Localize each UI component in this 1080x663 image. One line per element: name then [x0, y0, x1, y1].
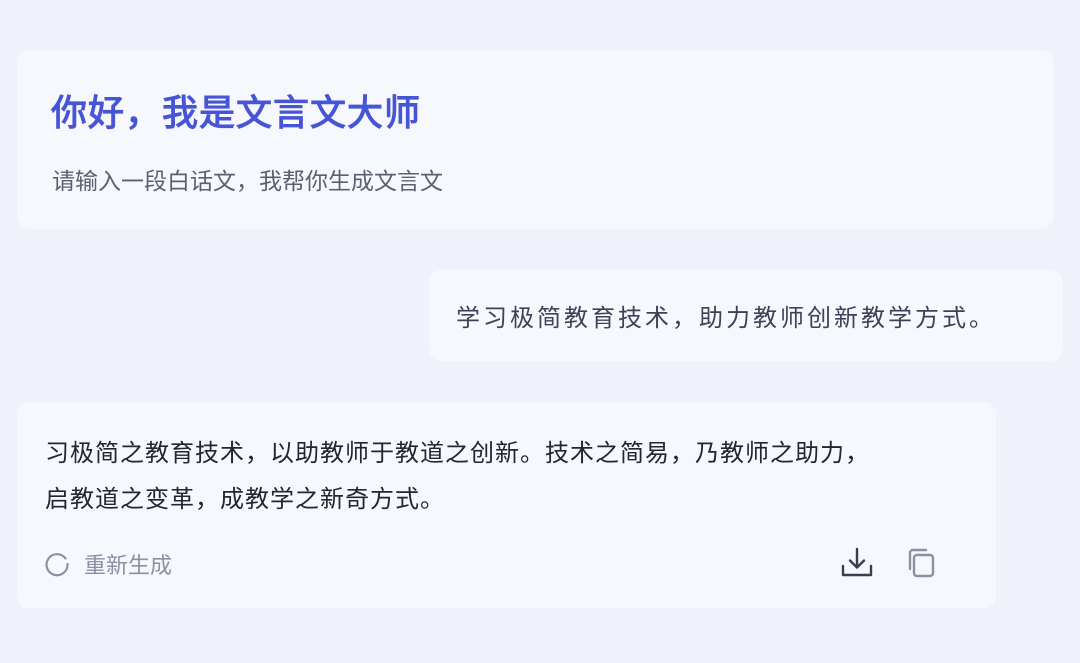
download-button[interactable] — [838, 544, 876, 582]
regenerate-button[interactable]: 重新生成 — [43, 547, 172, 581]
refresh-icon — [45, 553, 69, 577]
reply-text: 习极简之教育技术，以助教师于教道之创新。技术之简易，乃教师之助力， 启教道之变革… — [45, 430, 975, 522]
user-message-text: 学习极简教育技术，助力教师创新教学方式。 — [456, 304, 996, 332]
regenerate-label: 重新生成 — [84, 554, 173, 579]
user-message-bubble: 学习极简教育技术，助力教师创新教学方式。 — [429, 270, 1063, 361]
copy-button[interactable] — [901, 544, 939, 582]
welcome-card: 你好，我是文言文大师 请输入一段白话文，我帮你生成文言文 — [17, 50, 1054, 229]
copy-icon — [908, 548, 935, 578]
reply-card: 习极简之教育技术，以助教师于教道之创新。技术之简易，乃教师之助力， 启教道之变革… — [17, 402, 996, 608]
reply-line: 启教道之变革，成教学之新奇方式。 — [45, 485, 445, 513]
welcome-title: 你好，我是文言文大师 — [51, 93, 422, 134]
welcome-subtitle: 请输入一段白话文，我帮你生成文言文 — [52, 169, 443, 195]
reply-line: 习极简之教育技术，以助教师于教道之创新。技术之简易，乃教师之助力， — [45, 439, 870, 467]
download-icon — [841, 547, 873, 577]
